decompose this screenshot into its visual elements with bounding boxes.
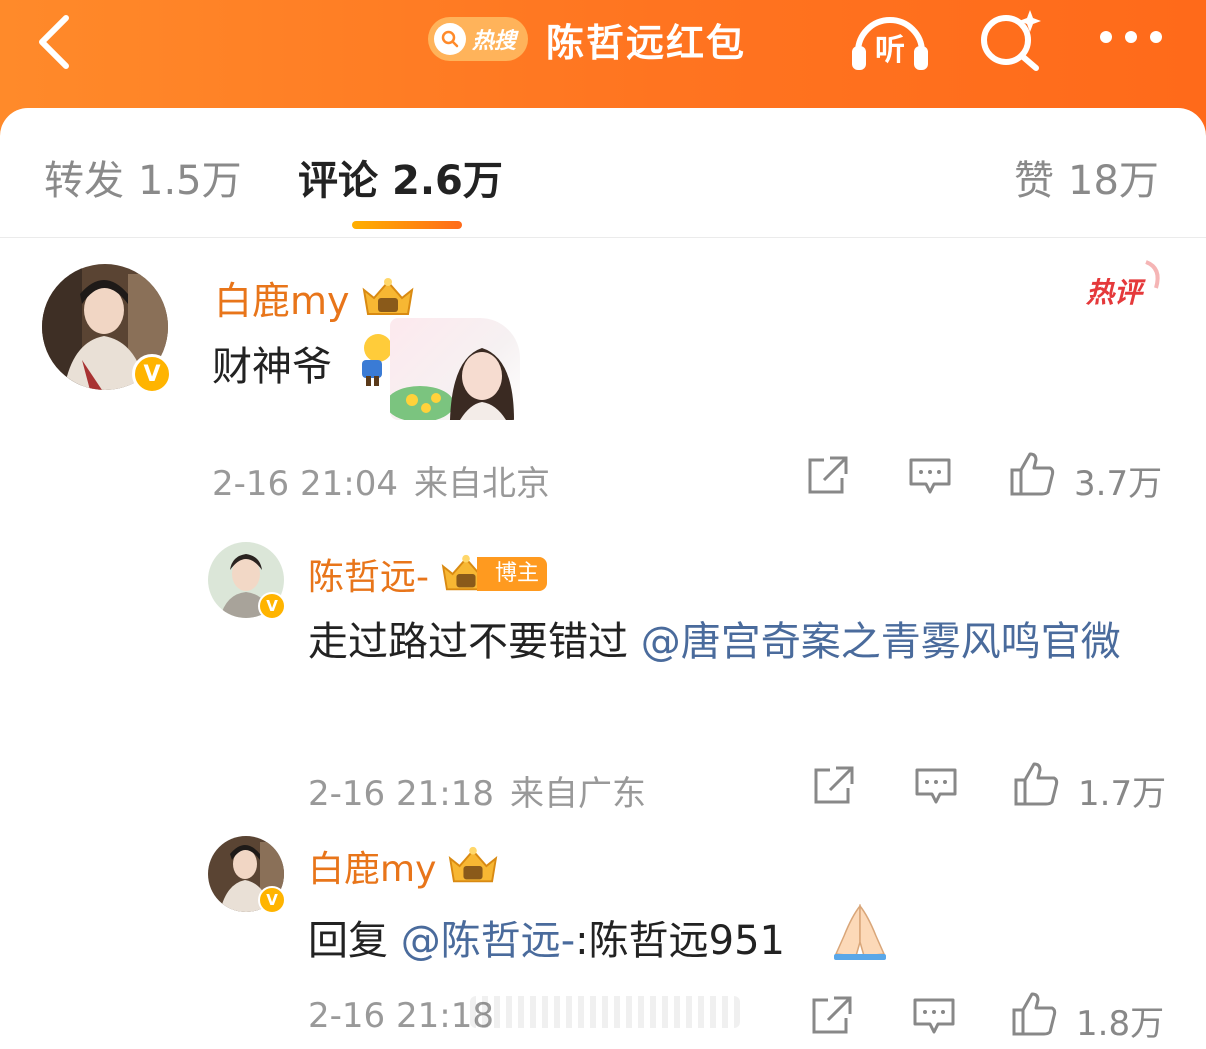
comment-text-body: :陈哲远951: [575, 918, 785, 964]
praying-hands-emoji-icon: [834, 903, 886, 960]
mention-link[interactable]: @唐宫奇案之青雾风鸣官微: [641, 619, 1121, 665]
tab-label: 赞: [1014, 158, 1054, 204]
avatar[interactable]: V: [208, 542, 286, 620]
watermark-overlay: [470, 996, 740, 1028]
hot-search-label: 热搜: [472, 29, 517, 54]
comment-username[interactable]: 陈哲远- 博主: [308, 548, 548, 600]
reply-comment-icon[interactable]: [912, 996, 956, 1036]
comment-text: 财神爷: [212, 344, 332, 390]
username-text: 白鹿my: [308, 849, 437, 890]
comment-username[interactable]: 白鹿my: [214, 270, 416, 325]
comment-time: 2-16 21:18: [308, 774, 494, 814]
hot-comment-label: 热评: [1086, 276, 1146, 309]
tab-likes[interactable]: 赞 18万: [1014, 148, 1159, 206]
comment-meta: 2-16 21:18: [308, 996, 494, 1036]
search-icon[interactable]: [976, 6, 1048, 72]
verified-badge-icon: V: [258, 886, 286, 914]
active-tab-indicator: [352, 221, 462, 229]
comment-text: 回复 @陈哲远-:陈哲远951: [308, 908, 785, 966]
comment-username[interactable]: 白鹿my: [308, 840, 500, 892]
comment-meta: 2-16 21:04 来自北京: [212, 456, 550, 505]
reply-comment-icon[interactable]: [908, 456, 952, 496]
share-icon[interactable]: [812, 764, 856, 806]
avatar[interactable]: V: [42, 264, 172, 394]
comment-location: 来自广东: [509, 774, 646, 814]
comment-time: 2-16 21:18: [308, 996, 494, 1036]
sticker-image: [390, 318, 520, 420]
tab-count: 1.5万: [138, 158, 242, 204]
listen-headphones-icon[interactable]: 听: [848, 8, 932, 72]
tab-reposts[interactable]: 转发 1.5万: [44, 148, 242, 206]
comment-text: 走过路过不要错过 @唐宫奇案之青雾风鸣官微: [308, 610, 1178, 674]
verified-badge-icon: V: [258, 592, 286, 620]
crown-level-icon: [362, 277, 413, 315]
verified-badge-icon: V: [132, 354, 172, 394]
comment-text-body: 走过路过不要错过: [308, 619, 641, 665]
tab-label: 转发: [44, 158, 124, 204]
mention-link[interactable]: @陈哲远-: [401, 918, 575, 964]
more-options-icon[interactable]: [1098, 22, 1164, 52]
page-title: 陈哲远红包: [546, 20, 747, 65]
listen-label: 听: [875, 33, 905, 68]
like-count: 1.8万: [1076, 1004, 1165, 1044]
tab-bar: 转发 1.5万 评论 2.6万 赞 18万: [0, 108, 1206, 238]
like-thumb-icon[interactable]: [1008, 450, 1056, 498]
hot-comment-tag-icon: 热评: [1086, 260, 1160, 309]
comment-meta: 2-16 21:18 来自广东: [308, 766, 646, 815]
like-thumb-icon[interactable]: [1012, 760, 1060, 808]
tab-label: 评论: [298, 158, 378, 204]
comment-location: 来自北京: [413, 464, 550, 504]
search-magnifier-icon: [434, 23, 466, 55]
blogger-badge: 博主: [477, 557, 548, 591]
avatar[interactable]: V: [208, 836, 286, 914]
reply-comment-icon[interactable]: [914, 766, 958, 806]
back-arrow-icon[interactable]: [30, 8, 80, 72]
username-text: 陈哲远-: [308, 557, 429, 598]
tab-comments[interactable]: 评论 2.6万: [298, 148, 503, 206]
share-icon[interactable]: [810, 994, 854, 1036]
comments-card: 转发 1.5万 评论 2.6万 赞 18万 V 白鹿my 热评 财神爷 2-16…: [0, 108, 1206, 1049]
title-area: 热搜 陈哲远红包: [428, 12, 746, 66]
username-text: 白鹿my: [214, 279, 350, 323]
reply-prefix: 回复: [308, 918, 401, 964]
hot-search-badge[interactable]: 热搜: [428, 17, 529, 61]
like-thumb-icon[interactable]: [1010, 990, 1058, 1038]
comment-time: 2-16 21:04: [212, 464, 398, 504]
crown-level-icon: [449, 846, 498, 883]
share-icon[interactable]: [806, 454, 850, 496]
like-count: 1.7万: [1078, 774, 1167, 814]
like-count: 3.7万: [1074, 464, 1163, 504]
tab-count: 2.6万: [392, 158, 503, 204]
tab-count: 18万: [1068, 158, 1159, 204]
